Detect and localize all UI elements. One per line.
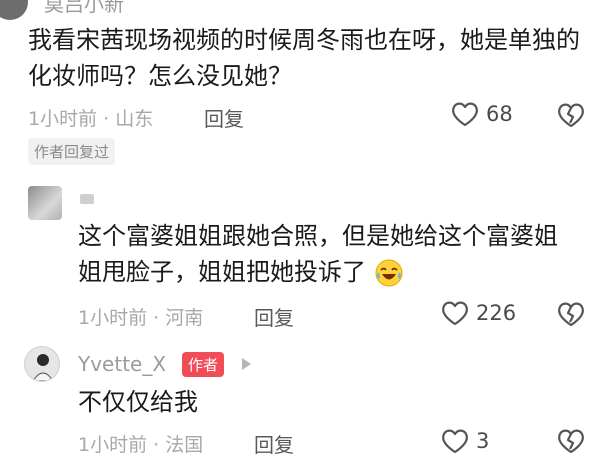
avatar-figure-icon: [32, 354, 54, 381]
heart-outline-icon: [452, 102, 478, 127]
like-button[interactable]: 3: [440, 427, 489, 455]
reply-button[interactable]: 回复: [254, 429, 294, 458]
comment-2: 这个富婆姐姐跟她合照，但是她给这个富婆姐姐甩脸子，姐姐把她投诉了 1小时前 · …: [0, 172, 600, 332]
play-triangle-icon: [242, 358, 251, 370]
laughing-crying-emoji-icon: [375, 259, 403, 287]
dislike-button[interactable]: [556, 427, 586, 459]
like-count: 226: [476, 301, 517, 325]
author-badge: 作者: [182, 352, 225, 377]
dislike-button[interactable]: [556, 101, 586, 133]
avatar[interactable]: [24, 346, 60, 382]
comment-3: Yvette_X 作者 不仅仅给我 1小时前 · 法国 回复 3: [0, 332, 600, 466]
comment-text-content: 这个富婆姐姐跟她合照，但是她给这个富婆姐姐甩脸子，姐姐把她投诉了: [78, 222, 558, 286]
like-count: 68: [486, 102, 513, 126]
comment-text: 不仅仅给我: [78, 388, 198, 416]
reply-button[interactable]: 回复: [204, 103, 244, 132]
like-button[interactable]: 68: [450, 100, 513, 128]
broken-heart-outline-icon: [558, 103, 584, 128]
reply-button[interactable]: 回复: [254, 302, 294, 331]
avatar[interactable]: [0, 0, 28, 20]
heart-outline-icon: [442, 429, 468, 454]
comment-meta: 1小时前 · 山东: [28, 108, 154, 130]
comment-text: 这个富婆姐姐跟她合照，但是她给这个富婆姐姐甩脸子，姐姐把她投诉了: [78, 218, 568, 290]
author-replied-badge: 作者回复过: [28, 138, 116, 165]
dislike-button[interactable]: [556, 300, 586, 332]
comment-meta: 1小时前 · 河南: [78, 307, 204, 329]
heart-outline-icon: [442, 301, 468, 326]
broken-heart-outline-icon: [558, 429, 584, 454]
avatar[interactable]: [28, 186, 62, 220]
comment-text: 我看宋茜现场视频的时候周冬雨也在呀，她是单独的化妆师吗？怎么没见她？: [28, 26, 580, 90]
comment-meta: 1小时前 · 法国: [78, 434, 204, 456]
commenter-name[interactable]: Yvette_X: [78, 352, 166, 376]
broken-heart-outline-icon: [558, 302, 584, 327]
like-button[interactable]: 226: [440, 299, 516, 327]
commenter-name[interactable]: 莫吕小新: [44, 0, 124, 17]
comment-1: 莫吕小新 我看宋茜现场视频的时候周冬雨也在呀，她是单独的化妆师吗？怎么没见她？ …: [0, 0, 600, 172]
commenter-name[interactable]: [80, 194, 94, 204]
like-count: 3: [476, 429, 490, 453]
